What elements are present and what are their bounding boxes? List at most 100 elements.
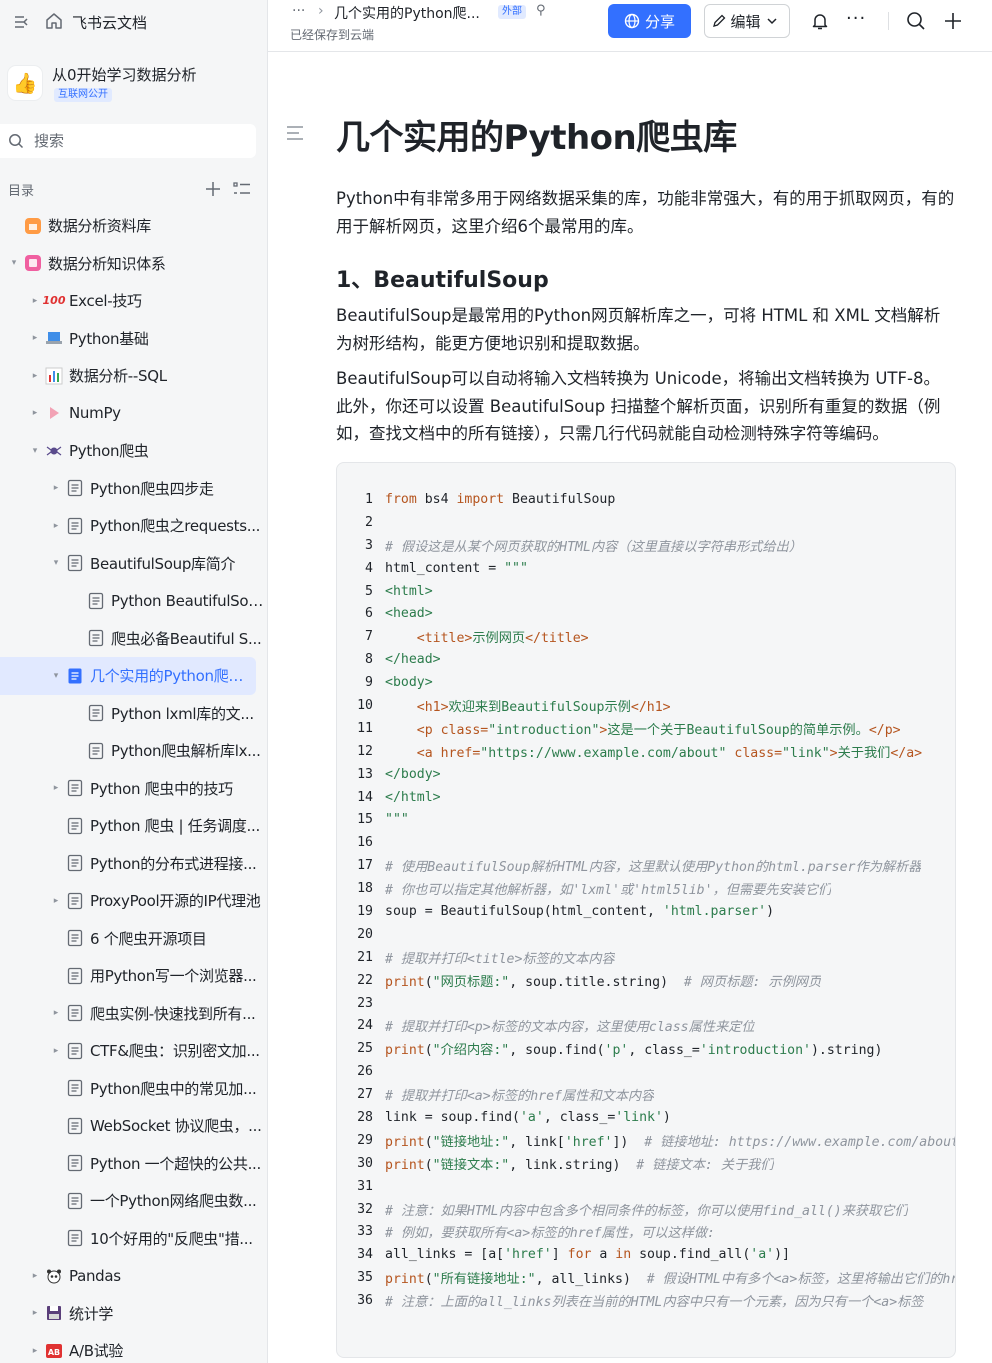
collapsed-arrow-icon[interactable]: ▸ [50,783,62,793]
sidebar-item[interactable]: ▸ NumPy [0,395,267,433]
collapsed-arrow-icon[interactable]: ▸ [29,1271,41,1281]
brand-name[interactable]: 飞书云文档 [72,12,147,33]
expanded-arrow-icon[interactable]: ▾ [8,258,20,268]
expanded-arrow-icon[interactable]: ▾ [50,671,62,681]
line-number: 24 [357,1018,373,1034]
sidebar-item[interactable]: ▾ 数据分析知识体系 [0,245,267,283]
breadcrumb-more[interactable]: ··· [292,3,305,19]
sidebar-item[interactable]: ▾ Python爬虫 [0,432,267,470]
sidebar-item[interactable]: ▸ Python 爬虫中的技巧 [0,770,267,808]
sidebar-item-label: Python 爬虫 | 任务调度... [90,817,260,836]
outline-icon[interactable] [286,125,304,141]
sidebar-item[interactable]: ▸ Pandas [0,1257,267,1295]
collapsed-arrow-icon[interactable]: ▸ [29,333,41,343]
code-text: print("网页标题:", soup.title.string) # 网页标题… [385,971,821,990]
sidebar-item[interactable]: WebSocket 协议爬虫，... [0,1107,267,1145]
collapse-sidebar-icon[interactable] [12,12,32,32]
sidebar-item[interactable]: ▸ 数据分析--SQL [0,357,267,395]
share-button[interactable]: 分享 [608,4,691,38]
code-token: </head> [385,652,441,668]
collapsed-arrow-icon[interactable]: ▸ [50,483,62,493]
sidebar-item[interactable]: 用Python写一个浏览器... [0,957,267,995]
edit-button[interactable]: 编辑 [704,4,790,38]
toolbar-divider [888,12,889,30]
sidebar-item[interactable]: ▸ 统计学 [0,1295,267,1333]
space-header[interactable]: 👍 从0开始学习数据分析 互联网公开 [8,62,258,108]
code-token: <title> [416,631,473,647]
code-line: 10 <h1>欢迎来到BeautifulSoup示例</h1> [337,694,955,717]
collapsed-arrow-icon[interactable]: ▸ [50,896,62,906]
expanded-arrow-icon[interactable]: ▾ [50,558,62,568]
pin-icon[interactable]: ⚲ [536,3,546,18]
collapsed-arrow-icon[interactable]: ▸ [29,408,41,418]
chevron-down-icon [766,18,777,25]
thumbs-up-icon: 👍 [8,66,42,100]
sidebar-item[interactable]: Python 爬虫 | 任务调度... [0,807,267,845]
code-token: 'introduction' [699,1043,811,1059]
collapsed-arrow-icon[interactable]: ▸ [29,1346,41,1356]
sidebar-item[interactable]: Python爬虫中的常见加... [0,1070,267,1108]
sidebar-item[interactable]: ▸ Python爬虫之requests... [0,507,267,545]
sidebar-item-label: Python 一个超快的公共... [90,1154,261,1173]
sidebar-item[interactable]: 10个好用的"反爬虫"措... [0,1220,267,1258]
collapsed-arrow-icon[interactable]: ▸ [29,1308,41,1318]
sidebar-item[interactable]: Python 一个超快的公共... [0,1145,267,1183]
code-text: # 提取并打印<p>标签的文本内容，这里使用class属性来定位 [385,1016,755,1035]
sidebar-item[interactable]: 数据分析资料库 [0,207,267,245]
sidebar-item[interactable]: ▸ CTF&爬虫：识别密文加... [0,1032,267,1070]
sidebar-item[interactable]: 一个Python网络爬虫数... [0,1182,267,1220]
sidebar-item-label: CTF&爬虫：识别密文加... [90,1042,260,1061]
expanded-arrow-icon[interactable]: ▾ [29,446,41,456]
sidebar-item[interactable]: 6 个爬虫开源项目 [0,920,267,958]
sidebar-item[interactable]: ▸ Python爬虫四步走 [0,470,267,508]
collapsed-arrow-icon[interactable]: ▸ [50,521,62,531]
sidebar: 飞书云文档 👍 从0开始学习数据分析 互联网公开 目录 数据分析资料库 ▾ 数据分析… [0,0,268,1363]
line-number: 2 [365,514,373,530]
more-options-icon[interactable]: ··· [846,8,866,29]
doc-icon [66,1079,84,1097]
line-number: 8 [365,652,373,668]
search-input[interactable] [34,132,234,150]
collapsed-arrow-icon[interactable]: ▸ [29,371,41,381]
sidebar-search[interactable] [0,124,256,158]
sidebar-item[interactable]: ▸ AB A/B试验 [0,1332,267,1363]
sidebar-item[interactable]: ▸ ProxyPool开源的IP代理池 [0,882,267,920]
code-token: <html> [385,583,433,599]
code-block[interactable]: 1 from bs4 import BeautifulSoup 2 3 # 假设这是从某… [336,462,956,1358]
line-number: 10 [357,697,373,713]
search-icon[interactable] [906,11,926,31]
intro-paragraph: Python中有非常多用于网络数据采集的库，功能非常强大，有的用于抓取网页，有的… [336,189,955,236]
code-line: 22 print("网页标题:", soup.title.string) # 网页… [337,969,955,992]
sidebar-item[interactable]: ▾ 几个实用的Python爬虫库 [0,657,256,695]
sidebar-item[interactable]: Python BeautifulSou... [0,582,267,620]
line-number: 7 [365,629,373,645]
sidebar-item[interactable]: Python的分布式进程接... [0,845,267,883]
page-title: 几个实用的Python爬虫库 [336,118,737,158]
code-line: 25 print("介绍内容:", soup.find('p', class_='… [337,1037,955,1060]
collapsed-arrow-icon[interactable]: ▸ [50,1046,62,1056]
code-token: 'a' [750,1247,775,1263]
home-icon[interactable] [44,11,64,31]
sidebar-item[interactable]: ▸ 100 Excel-技巧 [0,282,267,320]
plus-icon[interactable] [942,10,964,32]
doc-icon [66,554,84,572]
code-text: </head> [385,652,441,667]
doc-icon [66,1042,84,1060]
sidebar-item-label: 统计学 [69,1304,114,1323]
sidebar-item[interactable]: 爬虫必备Beautiful S... [0,620,267,658]
collapsed-arrow-icon[interactable]: ▸ [29,296,41,306]
ab-emoji-icon: AB [45,1342,63,1360]
breadcrumb-title[interactable]: 几个实用的Python爬... [334,3,480,23]
code-line: 35 print("所有链接地址:", all_links) # 假设HTML中有… [337,1266,955,1289]
add-icon[interactable] [204,180,222,198]
collapsed-arrow-icon[interactable]: ▸ [50,1008,62,1018]
sidebar-item[interactable]: ▸ 爬虫实例-快速找到所有... [0,995,267,1033]
sidebar-item[interactable]: ▸ Python基础 [0,320,267,358]
sidebar-item[interactable]: ▾ BeautifulSoup库简介 [0,545,267,583]
code-token: soup = BeautifulSoup(html_content, [385,903,663,919]
code-line: 3 # 假设这是从某个网页获取的HTML内容（这里直接以字符串形式给出） [337,534,955,557]
list-options-icon[interactable] [232,180,252,198]
sidebar-item[interactable]: Python lxml库的文... [0,695,267,733]
sidebar-item[interactable]: Python爬虫解析库lx... [0,732,267,770]
bell-icon[interactable] [810,11,830,31]
